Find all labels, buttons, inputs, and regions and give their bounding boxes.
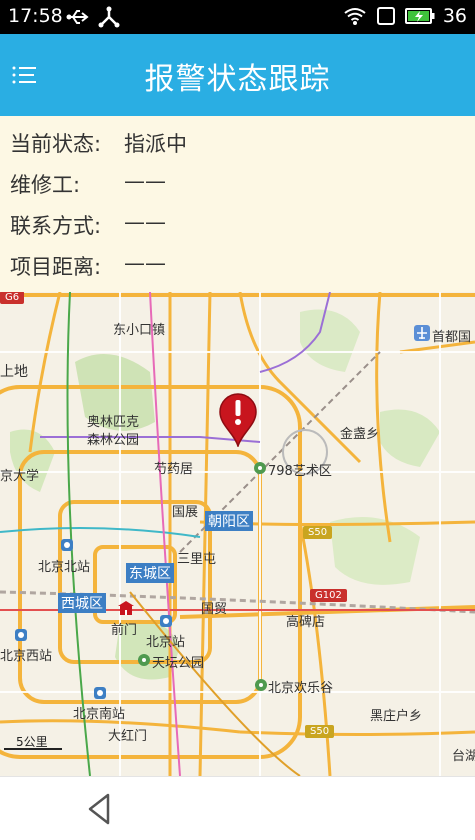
app-bar: 报警状态跟踪 bbox=[0, 34, 475, 116]
place-label: 798艺术区 bbox=[268, 464, 332, 479]
technician-label: 维修工: bbox=[10, 173, 81, 197]
map-roads bbox=[0, 292, 475, 776]
place-label: 首都国 bbox=[432, 330, 472, 345]
place-label: 三里屯 bbox=[177, 552, 217, 567]
place-label: 大红门 bbox=[108, 729, 148, 744]
signal-empty-icon bbox=[376, 7, 395, 25]
status-value: 指派中 bbox=[124, 132, 187, 156]
place-label: 奥林匹克 bbox=[87, 415, 140, 430]
place-label: 北京南站 bbox=[73, 707, 126, 722]
place-label: 北京站 bbox=[146, 635, 186, 650]
place-label: 高碑店 bbox=[286, 615, 326, 630]
status-bar: 17:58 36 bbox=[0, 0, 475, 34]
place-label: 前门 bbox=[111, 623, 138, 638]
alarm-info-panel: 当前状态: 指派中 维修工: —— 联系方式: —— 项目距离: —— bbox=[0, 116, 475, 292]
train-station-icon bbox=[15, 629, 27, 641]
place-label: 北京欢乐谷 bbox=[268, 681, 334, 696]
place-label: 国贸 bbox=[201, 602, 228, 617]
map-scale: 5公里 bbox=[4, 733, 64, 751]
road-badge: S50 bbox=[305, 725, 335, 738]
place-label: 京大学 bbox=[0, 469, 40, 484]
park-icon bbox=[138, 654, 150, 666]
technician-value: —— bbox=[124, 169, 166, 193]
distance-value: —— bbox=[124, 251, 166, 275]
district-label: 东城区 bbox=[126, 563, 174, 583]
back-icon[interactable] bbox=[82, 791, 118, 827]
place-label: 国展 bbox=[172, 505, 199, 520]
page-title: 报警状态跟踪 bbox=[144, 62, 331, 97]
train-station-icon bbox=[61, 539, 73, 551]
map-view[interactable]: 东小口镇 首都国 上地 奥林匹克 森林公园 金盏乡 京大学 芍药居 798艺术区… bbox=[0, 292, 475, 776]
battery-level: 36 bbox=[442, 5, 467, 27]
contact-label: 联系方式: bbox=[10, 214, 102, 238]
scale-bar bbox=[4, 748, 62, 750]
place-label: 东小口镇 bbox=[113, 323, 166, 338]
usb-icon bbox=[66, 10, 89, 24]
tiananmen-icon bbox=[118, 601, 134, 615]
airport-icon bbox=[414, 325, 430, 341]
place-label: 上地 bbox=[0, 364, 28, 380]
road-badge: G102 bbox=[310, 589, 347, 602]
status-time: 17:58 bbox=[8, 5, 63, 27]
debug-icon bbox=[98, 6, 120, 28]
wifi-icon bbox=[344, 8, 366, 25]
status-label: 当前状态: bbox=[10, 132, 102, 156]
scenic-spot-icon bbox=[254, 462, 266, 474]
place-label: 芍药居 bbox=[154, 462, 194, 477]
road-badge: G6 bbox=[0, 292, 25, 304]
alarm-location-marker-icon[interactable] bbox=[219, 393, 257, 447]
road-badge: S50 bbox=[303, 526, 333, 539]
place-label: 天坛公园 bbox=[152, 656, 205, 671]
place-label: 森林公园 bbox=[87, 433, 140, 448]
district-label: 西城区 bbox=[58, 593, 106, 613]
place-label: 北京北站 bbox=[38, 560, 91, 575]
scenic-spot-icon bbox=[255, 679, 267, 691]
place-label: 金盏乡 bbox=[340, 427, 380, 442]
navigation-bar bbox=[0, 776, 475, 840]
battery-charging-icon bbox=[404, 8, 435, 24]
place-label: 北京西站 bbox=[0, 649, 53, 664]
place-label: 黑庄户乡 bbox=[370, 709, 423, 724]
place-label: 台湖 bbox=[452, 749, 475, 764]
contact-value: —— bbox=[124, 210, 166, 234]
distance-label: 项目距离: bbox=[10, 255, 102, 279]
train-station-icon bbox=[160, 615, 172, 627]
district-label: 朝阳区 bbox=[205, 511, 253, 531]
train-station-icon bbox=[94, 687, 106, 699]
